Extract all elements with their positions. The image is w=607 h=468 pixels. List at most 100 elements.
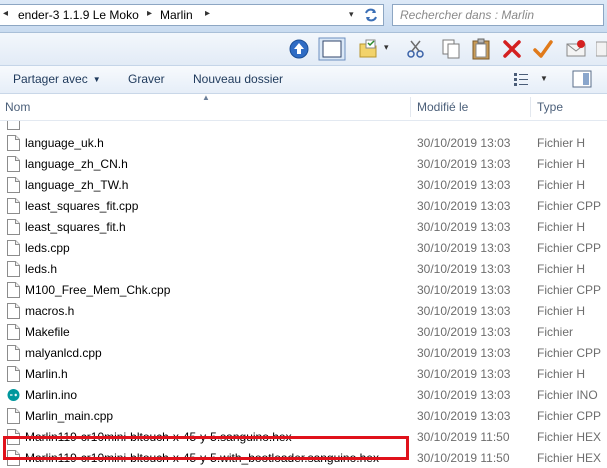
file-row[interactable]: Marlin.h 30/10/2019 13:03 Fichier H xyxy=(0,363,607,384)
check-icon[interactable] xyxy=(532,38,554,60)
search-input[interactable]: Rechercher dans : Marlin xyxy=(392,4,604,26)
arduino-file-icon xyxy=(7,387,20,403)
file-name: language_zh_CN.h xyxy=(25,157,128,171)
file-name: language_uk.h xyxy=(25,136,104,150)
file-icon xyxy=(7,156,20,172)
new-folder-button[interactable]: Nouveau dossier xyxy=(193,72,283,86)
delete-icon[interactable] xyxy=(501,38,523,60)
file-name: macros.h xyxy=(25,304,75,318)
file-row[interactable]: Marlin.ino 30/10/2019 13:03 Fichier INO xyxy=(0,384,607,405)
properties-icon[interactable] xyxy=(357,38,379,60)
file-type: Fichier CPP xyxy=(537,409,602,423)
file-icon xyxy=(7,121,20,130)
copy-icon[interactable] xyxy=(440,38,462,60)
file-date: 30/10/2019 13:03 xyxy=(417,157,511,171)
file-icon xyxy=(7,324,20,340)
file-icon xyxy=(7,240,20,256)
file-name: leds.h xyxy=(25,262,58,276)
file-row[interactable]: macros.h 30/10/2019 13:03 Fichier H xyxy=(0,300,607,321)
icon-toolbar: ▾ xyxy=(0,33,607,66)
file-icon xyxy=(7,198,20,214)
file-row[interactable]: M100_Free_Mem_Chk.cpp 30/10/2019 13:03 Fic… xyxy=(0,279,607,300)
file-row[interactable]: language_zh_CN.h 30/10/2019 13:03 Fichier … xyxy=(0,153,607,174)
file-row[interactable]: Marlin119-cr10mini-bltouch-x-45-y-5.with… xyxy=(0,447,607,468)
view-dropdown-icon[interactable]: ▼ xyxy=(540,74,548,83)
column-header: ▲ Nom Modifié le Type xyxy=(0,93,607,121)
file-row[interactable] xyxy=(0,121,607,132)
file-row[interactable]: language_zh_TW.h 30/10/2019 13:03 Fichier … xyxy=(0,174,607,195)
preview-pane-toggle-icon[interactable] xyxy=(572,70,592,88)
file-list: language_uk.h 30/10/2019 13:03 Fichier Hla… xyxy=(0,121,607,468)
preview-pane-icon[interactable] xyxy=(318,37,346,61)
file-date: 30/10/2019 11:50 xyxy=(417,430,510,444)
file-row[interactable]: malyanlcd.cpp 30/10/2019 13:03 Fichier CPP xyxy=(0,342,607,363)
file-date: 30/10/2019 13:03 xyxy=(417,325,511,339)
file-name: least_squares_fit.h xyxy=(25,220,126,234)
file-icon xyxy=(7,408,20,424)
file-icon xyxy=(7,177,20,193)
file-date: 30/10/2019 13:03 xyxy=(417,346,511,360)
file-date: 30/10/2019 13:03 xyxy=(417,220,511,234)
chevron-down-icon: ▼ xyxy=(92,75,101,84)
file-type: Fichier CPP xyxy=(537,346,602,360)
breadcrumb-item[interactable]: Marlin xyxy=(160,8,193,22)
file-name: malyanlcd.cpp xyxy=(25,346,102,360)
view-options-icon[interactable] xyxy=(514,73,528,86)
file-row[interactable]: Marlin119-cr10mini-bltouch-x-45-y-5.sang… xyxy=(0,426,607,447)
file-type: Fichier HEX xyxy=(537,430,602,444)
file-row[interactable]: leds.cpp 30/10/2019 13:03 Fichier CPP xyxy=(0,237,607,258)
file-row[interactable]: leds.h 30/10/2019 13:03 Fichier H xyxy=(0,258,607,279)
column-date-header[interactable]: Modifié le xyxy=(417,100,468,114)
file-type: Fichier H xyxy=(537,136,586,150)
refresh-icon[interactable] xyxy=(363,7,379,23)
column-divider[interactable] xyxy=(410,97,411,117)
file-type: Fichier HEX xyxy=(537,451,602,465)
file-type: Fichier H xyxy=(537,220,586,234)
file-name: Marlin119-cr10mini-bltouch-x-45-y-5.sang… xyxy=(25,430,292,444)
breadcrumb-separator-icon[interactable]: ▸ xyxy=(147,8,152,19)
file-type: Fichier H xyxy=(537,304,586,318)
file-row[interactable]: Marlin_main.cpp 30/10/2019 13:03 Fichier C… xyxy=(0,405,607,426)
file-row[interactable]: language_uk.h 30/10/2019 13:03 Fichier H xyxy=(0,132,607,153)
burn-button[interactable]: Graver xyxy=(128,72,165,86)
file-date: 30/10/2019 13:03 xyxy=(417,367,511,381)
cut-icon[interactable] xyxy=(405,38,427,60)
column-name-header[interactable]: Nom xyxy=(5,100,30,114)
file-date: 30/10/2019 13:03 xyxy=(417,388,511,402)
file-name: Marlin.ino xyxy=(25,388,78,402)
file-icon xyxy=(7,219,20,235)
file-name: leds.cpp xyxy=(25,241,70,255)
dropdown-icon[interactable]: ▾ xyxy=(384,42,406,64)
file-row[interactable]: least_squares_fit.cpp 30/10/2019 13:03 Fic… xyxy=(0,195,607,216)
paste-icon[interactable] xyxy=(470,38,492,60)
file-icon xyxy=(7,345,20,361)
file-icon xyxy=(7,450,20,466)
column-type-header[interactable]: Type xyxy=(537,100,563,114)
share-with-button[interactable]: Partager avec ▼ xyxy=(13,72,101,86)
file-name: Marlin119-cr10mini-bltouch-x-45-y-5.with… xyxy=(25,451,379,465)
breadcrumb-separator-icon[interactable]: ▸ xyxy=(205,8,210,19)
file-name: Marlin_main.cpp xyxy=(25,409,114,423)
address-bar[interactable]: ◂ ender-3 1.1.9 Le Moko ▸ Marlin ▸ ▾ xyxy=(0,4,384,26)
email-icon[interactable] xyxy=(565,38,587,60)
breadcrumb-separator-icon[interactable]: ◂ xyxy=(3,8,8,19)
file-date: 30/10/2019 13:03 xyxy=(417,178,511,192)
breadcrumb-item[interactable]: ender-3 1.1.9 Le Moko xyxy=(18,8,139,22)
file-name: Marlin.h xyxy=(25,367,68,381)
file-icon xyxy=(7,303,20,319)
toolbar-more-icon[interactable] xyxy=(596,38,607,60)
file-icon xyxy=(7,135,20,151)
file-date: 30/10/2019 13:03 xyxy=(417,304,511,318)
file-date: 30/10/2019 13:03 xyxy=(417,409,511,423)
file-icon xyxy=(7,261,20,277)
up-arrow-icon[interactable] xyxy=(288,38,310,60)
file-type: Fichier CPP xyxy=(537,283,602,297)
file-row[interactable]: least_squares_fit.h 30/10/2019 13:03 Fichi… xyxy=(0,216,607,237)
column-divider[interactable] xyxy=(530,97,531,117)
command-bar: Partager avec ▼ Graver Nouveau dossier ▼ xyxy=(0,66,607,94)
sort-ascending-icon: ▲ xyxy=(202,93,210,102)
search-placeholder: Rechercher dans : Marlin xyxy=(400,8,535,22)
file-row[interactable]: Makefile 30/10/2019 13:03 Fichier xyxy=(0,321,607,342)
file-type: Fichier H xyxy=(537,367,586,381)
address-history-dropdown-icon[interactable]: ▾ xyxy=(349,9,354,20)
